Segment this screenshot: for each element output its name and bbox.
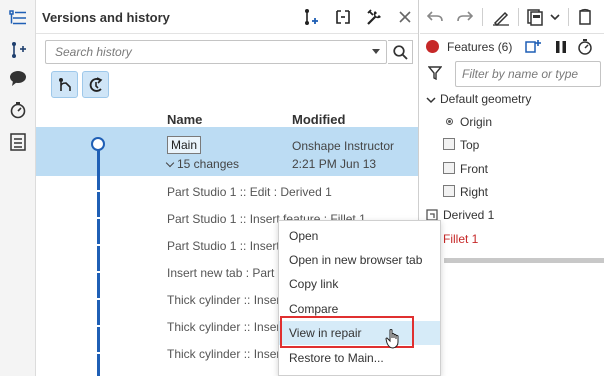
undo-icon[interactable] bbox=[424, 6, 446, 28]
tree-item-label: Derived 1 bbox=[443, 208, 495, 222]
column-header-name[interactable]: Name bbox=[167, 112, 202, 127]
stopwatch-icon[interactable] bbox=[6, 98, 30, 122]
toolbar-divider bbox=[568, 8, 569, 26]
context-menu: Open Open in new browser tab Copy link C… bbox=[278, 220, 441, 376]
panel-header: Versions and history bbox=[36, 0, 418, 34]
branch-tag[interactable]: Main bbox=[167, 136, 202, 154]
version-node[interactable] bbox=[91, 137, 105, 151]
left-rail bbox=[0, 0, 36, 376]
timer-icon[interactable] bbox=[576, 38, 594, 56]
branch-add-icon[interactable] bbox=[6, 38, 30, 62]
search-button[interactable] bbox=[388, 40, 413, 64]
version-time: 2:21 PM Jun 13 bbox=[292, 157, 377, 171]
toolbar-divider bbox=[482, 8, 483, 26]
add-feature-icon[interactable] bbox=[524, 38, 542, 56]
origin-icon bbox=[446, 118, 453, 125]
menu-item-compare[interactable]: Compare bbox=[279, 297, 440, 321]
error-icon bbox=[426, 40, 439, 53]
menu-item-open-new-tab[interactable]: Open in new browser tab bbox=[279, 248, 440, 272]
plane-icon bbox=[443, 185, 455, 197]
chevron-down-icon[interactable] bbox=[544, 6, 566, 28]
feature-pane: Features (6) Default geometry Origin Top bbox=[420, 0, 604, 376]
tools-icon[interactable] bbox=[364, 6, 386, 28]
filter-icon bbox=[427, 66, 443, 83]
menu-item-view-in-repair[interactable]: View in repair bbox=[279, 321, 440, 345]
tree-item-front[interactable]: Front bbox=[420, 158, 604, 180]
tree-item-derived-1[interactable]: Derived 1 bbox=[420, 204, 604, 226]
chevron-down-icon bbox=[426, 97, 436, 104]
search-input[interactable] bbox=[46, 41, 364, 63]
hand-cursor-icon bbox=[385, 329, 399, 349]
menu-item-restore[interactable]: Restore to Main... bbox=[279, 346, 440, 370]
comment-icon[interactable] bbox=[6, 66, 30, 90]
plane-icon bbox=[443, 162, 455, 174]
features-title: Features (6) bbox=[447, 40, 513, 54]
column-header-modified[interactable]: Modified bbox=[292, 112, 345, 127]
close-icon[interactable] bbox=[394, 6, 416, 28]
tree-item-label: Origin bbox=[460, 115, 493, 129]
history-label: Part Studio 1 :: Edit : Derived 1 bbox=[167, 185, 332, 199]
rollback-bar[interactable] bbox=[444, 258, 604, 263]
history-filter-icon bbox=[89, 76, 102, 92]
tree-item-label: Front bbox=[460, 162, 489, 176]
tree-group-default-geometry[interactable]: Default geometry bbox=[420, 88, 604, 110]
search-field bbox=[45, 40, 387, 64]
feature-filter-field bbox=[455, 61, 601, 87]
tree-item-label: Top bbox=[460, 138, 480, 152]
pause-icon[interactable] bbox=[552, 38, 570, 56]
panel-title: Versions and history bbox=[42, 10, 170, 25]
feature-list-icon[interactable] bbox=[6, 6, 30, 30]
plane-icon bbox=[443, 138, 455, 150]
onshape-window: Versions and history Search history Name… bbox=[0, 0, 604, 376]
tree-item-right[interactable]: Right bbox=[420, 181, 604, 203]
toolbar-divider bbox=[518, 8, 519, 26]
tree-item-label: Right bbox=[460, 185, 489, 199]
search-icon bbox=[392, 44, 408, 60]
chevron-down-icon[interactable] bbox=[372, 49, 380, 54]
filter-branch-button[interactable] bbox=[51, 71, 78, 98]
redo-icon[interactable] bbox=[454, 6, 476, 28]
cube-view-icon[interactable] bbox=[574, 6, 596, 28]
tree-item-fillet-1[interactable]: Fillet 1 bbox=[420, 228, 604, 250]
part-studio-icon[interactable] bbox=[524, 6, 546, 28]
tree-item-origin[interactable]: Origin bbox=[420, 111, 604, 133]
branch-filter-icon bbox=[58, 77, 71, 91]
menu-item-copy-link[interactable]: Copy link bbox=[279, 272, 440, 296]
checklist-icon[interactable] bbox=[6, 130, 30, 154]
tree-item-top[interactable]: Top bbox=[420, 134, 604, 156]
top-toolbar bbox=[420, 0, 604, 34]
branch-icon[interactable] bbox=[332, 6, 354, 28]
changes-count: 15 changes bbox=[177, 157, 240, 171]
chevron-down-icon bbox=[165, 158, 175, 168]
changes-toggle[interactable]: 15 changes bbox=[165, 157, 240, 171]
tree-item-label: Fillet 1 bbox=[443, 232, 479, 246]
tree-group-label: Default geometry bbox=[440, 92, 532, 106]
filter-history-button[interactable] bbox=[82, 71, 109, 98]
history-row[interactable]: Part Studio 1 :: Edit : Derived 1 bbox=[36, 178, 418, 205]
create-version-icon[interactable] bbox=[300, 6, 322, 28]
sketch-pencil-icon[interactable] bbox=[490, 6, 512, 28]
menu-item-open[interactable]: Open bbox=[279, 224, 440, 248]
version-author: Onshape Instructor bbox=[292, 139, 395, 153]
feature-filter-input[interactable] bbox=[456, 62, 600, 86]
